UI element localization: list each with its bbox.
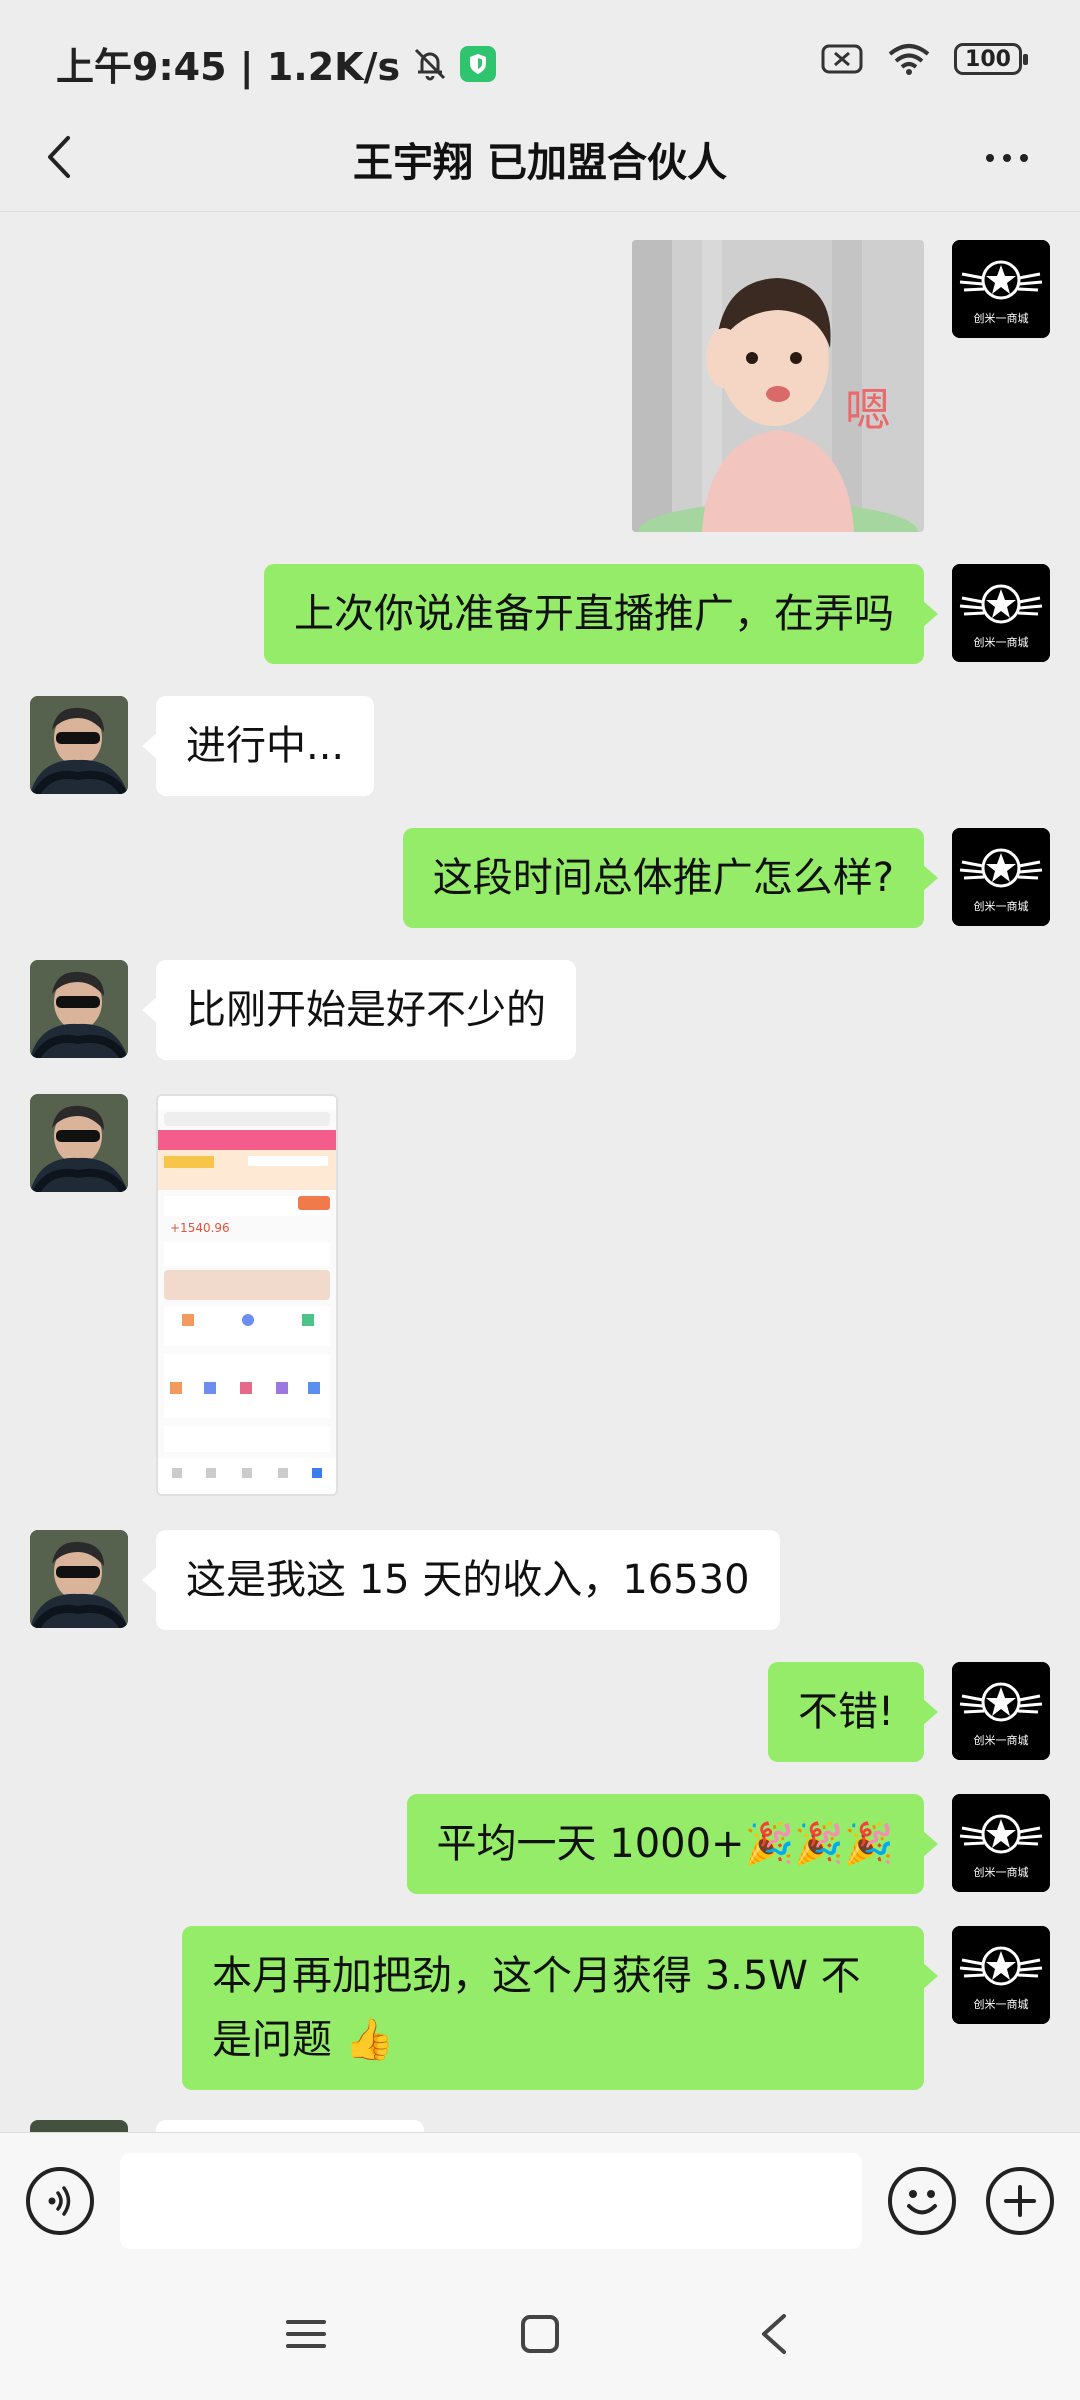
sticker-message[interactable]: 嗯: [632, 240, 924, 532]
man-sunglasses-avatar: [30, 696, 128, 794]
star-logo-icon: 创米一商城: [952, 564, 1050, 662]
self-avatar[interactable]: 创米一商城: [952, 564, 1050, 662]
message-bubble-self[interactable]: 本月再加把劲，这个月获得 3.5W 不是问题 👍: [182, 1926, 938, 2090]
message-bubble-self[interactable]: 上次你说准备开直播推广，在弄吗: [264, 564, 938, 664]
home-button[interactable]: [508, 2302, 572, 2366]
contact-avatar[interactable]: [30, 2120, 128, 2132]
voice-input-button[interactable]: [26, 2167, 94, 2235]
avatar-label: 创米一商城: [974, 1997, 1029, 2011]
sticker-caption: 嗯: [845, 383, 891, 437]
emoji-icon: [907, 2190, 937, 2215]
star-logo-icon: 创米一商城: [952, 828, 1050, 926]
avatar-label: 创米一商城: [974, 899, 1029, 913]
plus-icon: [1004, 2185, 1036, 2217]
home-square-icon: [521, 2315, 559, 2353]
self-avatar[interactable]: 创米一商城: [952, 1794, 1050, 1892]
message-bubble-self[interactable]: 这段时间总体推广怎么样?: [402, 828, 939, 928]
more-options-button[interactable]: [972, 130, 1042, 186]
avatar-label: 创米一商城: [974, 1733, 1029, 1747]
message-bubble-self[interactable]: 平均一天 1000+🎉🎉🎉: [406, 1794, 939, 1894]
avatar-label: 创米一商城: [974, 311, 1029, 325]
message-bubble-contact[interactable]: 进行中...: [141, 696, 375, 796]
voice-icon: [48, 2186, 71, 2216]
system-nav-bar: [0, 2268, 1080, 2400]
income-screenshot-thumbnail: +1540.96: [158, 1096, 336, 1494]
contact-avatar[interactable]: [30, 960, 128, 1058]
message-bubble-contact[interactable]: 比刚开始是好不少的: [142, 960, 576, 1060]
avatar-label: 创米一商城: [974, 1865, 1029, 1879]
status-time-speed: 上午9:45 | 1.2K/s: [56, 45, 401, 89]
contact-avatar[interactable]: [30, 696, 128, 794]
self-avatar[interactable]: 创米一商城: [952, 828, 1050, 926]
self-avatar[interactable]: 创米一商城: [952, 1926, 1050, 2024]
chat-header: 王宇翔 已加盟合伙人: [0, 100, 1080, 212]
man-sunglasses-avatar: [30, 960, 128, 1058]
input-bar: [0, 2132, 1080, 2268]
avatar-label: 创米一商城: [974, 635, 1029, 649]
star-logo-icon: 创米一商城: [952, 1794, 1050, 1892]
chat-title: 王宇翔 已加盟合伙人: [353, 140, 727, 186]
contact-avatar[interactable]: [30, 1094, 128, 1192]
contact-avatar[interactable]: [30, 1530, 128, 1628]
message-bubble-self[interactable]: 不错!: [767, 1662, 939, 1762]
screenshot-amount: +1540.96: [170, 1221, 230, 1235]
battery-level: 100: [965, 46, 1011, 72]
message-list[interactable]: 创米一商城 嗯 创米一商城 上次你说准备开直播推广，在弄吗 进行中... 创米一…: [0, 214, 1080, 2132]
girl-sticker-image: 嗯: [632, 240, 924, 532]
status-right: 100: [820, 42, 1028, 76]
more-dots-icon: [986, 154, 994, 162]
star-logo-icon: 创米一商城: [952, 1926, 1050, 2024]
star-logo-icon: 创米一商城: [952, 1662, 1050, 1760]
star-logo-icon: 创米一商城: [952, 240, 1050, 338]
sim-icon: [821, 44, 863, 74]
mute-bell-icon: [415, 48, 446, 80]
wifi-icon: [888, 44, 930, 75]
battery-icon: 100: [954, 43, 1028, 75]
system-back-button[interactable]: [742, 2302, 806, 2366]
self-avatar[interactable]: 创米一商城: [952, 240, 1050, 338]
message-bubble-contact-partial[interactable]: [156, 2120, 424, 2132]
shield-icon: [460, 45, 497, 82]
emoji-button[interactable]: [888, 2167, 956, 2235]
man-sunglasses-avatar: [30, 1530, 128, 1628]
message-input[interactable]: [120, 2153, 862, 2249]
man-sunglasses-avatar: [30, 1094, 128, 1192]
more-actions-button[interactable]: [986, 2167, 1054, 2235]
message-bubble-contact[interactable]: 这是我这 15 天的收入，16530: [142, 1530, 780, 1630]
self-avatar[interactable]: 创米一商城: [952, 1662, 1050, 1760]
recent-apps-button[interactable]: [274, 2302, 338, 2366]
back-triangle-icon: [762, 2314, 786, 2354]
menu-icon: [286, 2320, 326, 2348]
image-message-screenshot[interactable]: +1540.96: [156, 1094, 338, 1496]
status-left: 上午9:45 | 1.2K/s: [56, 36, 497, 91]
